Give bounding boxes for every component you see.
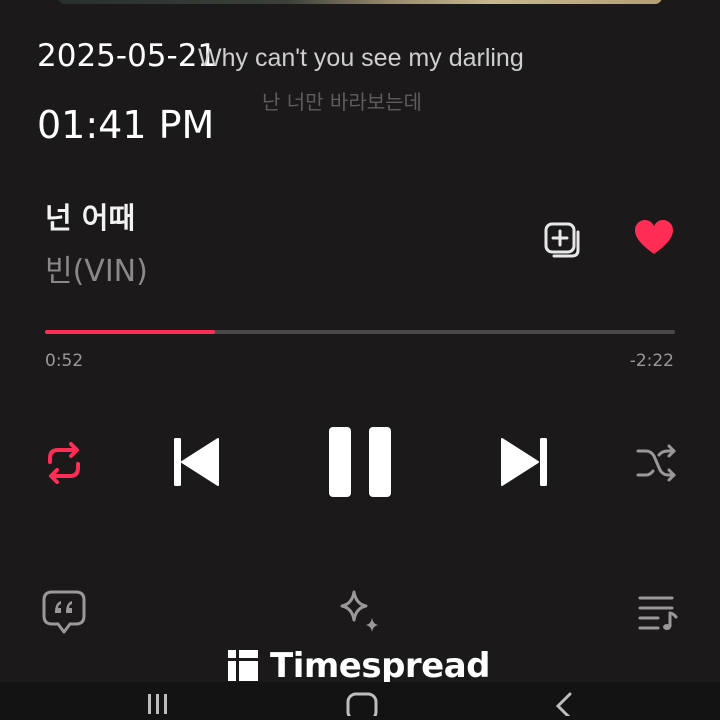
song-artist[interactable]: 빈(VIN) (45, 246, 148, 290)
remaining-time: -2:22 (629, 351, 674, 371)
lyric-next-line[interactable]: 난 너만 바라보는데 (262, 86, 422, 115)
heart-icon (635, 220, 673, 254)
repeat-button[interactable] (40, 440, 88, 486)
pause-icon (329, 427, 391, 497)
back-button[interactable] (552, 692, 576, 720)
add-to-playlist-icon (544, 222, 580, 258)
recent-apps-icon (148, 694, 167, 714)
progress-fill (45, 330, 216, 334)
watermark: Timespread (228, 646, 491, 686)
like-button[interactable] (632, 218, 676, 258)
timestamp-date: 2025-05-21 (37, 38, 218, 74)
repeat-icon (48, 442, 80, 484)
previous-button[interactable] (168, 434, 224, 490)
next-icon (501, 438, 547, 486)
album-art-edge (58, 0, 662, 4)
watermark-text: Timespread (270, 646, 491, 686)
lyrics-icon (42, 590, 86, 634)
next-button[interactable] (498, 434, 554, 490)
sparkle-icon (340, 590, 378, 632)
recent-apps-button[interactable] (146, 692, 170, 720)
timestamp-time: 01:41 PM (37, 103, 215, 147)
back-icon (555, 692, 572, 720)
queue-icon (638, 596, 678, 630)
lyric-current-line[interactable]: Why can't you see my darling (198, 44, 524, 73)
sparkle-button[interactable] (334, 588, 386, 636)
shuffle-button[interactable] (634, 442, 678, 484)
elapsed-time: 0:52 (45, 351, 84, 371)
progress-bar[interactable] (45, 330, 675, 334)
home-icon (346, 692, 378, 720)
queue-button[interactable] (636, 592, 680, 632)
previous-icon (174, 438, 219, 486)
home-button[interactable] (346, 692, 378, 720)
shuffle-icon (636, 444, 676, 482)
timespread-logo-icon (228, 650, 258, 681)
song-title: 넌 어때 (45, 201, 136, 235)
system-navigation-bar (0, 682, 720, 720)
add-to-playlist-button[interactable] (542, 220, 586, 260)
lyrics-button[interactable] (40, 588, 88, 636)
pause-button[interactable] (326, 424, 396, 500)
